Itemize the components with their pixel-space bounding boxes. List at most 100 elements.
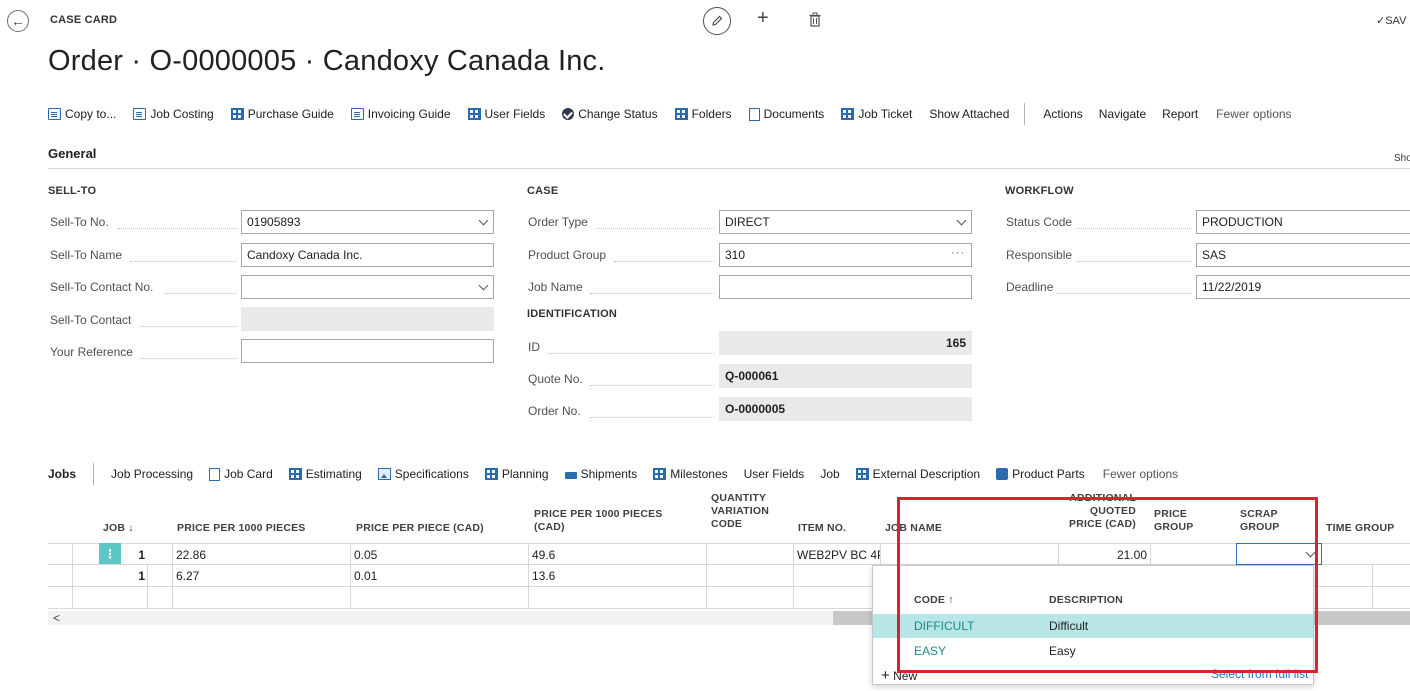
- job-cell[interactable]: 1: [98, 565, 148, 587]
- documents-icon: [748, 107, 760, 121]
- deadline-field[interactable]: 11/22/2019: [1196, 275, 1410, 299]
- item-no-cell[interactable]: [793, 587, 880, 609]
- row-actions-handle[interactable]: ⋮: [99, 543, 121, 564]
- job-processing-button[interactable]: Job Processing: [111, 467, 193, 481]
- col-price1000-header[interactable]: PRICE PER 1000 PIECES: [177, 522, 306, 535]
- scroll-left-icon[interactable]: <: [53, 611, 60, 625]
- your-reference-field[interactable]: [241, 339, 494, 363]
- col-qvc-header[interactable]: QUANTITY VARIATION CODE: [711, 492, 769, 531]
- price1000-cell[interactable]: [172, 587, 350, 609]
- planning-button[interactable]: Planning: [484, 467, 549, 481]
- col-price-piece-cad-header[interactable]: PRICE PER PIECE (CAD): [356, 522, 484, 535]
- documents-button[interactable]: Documents: [748, 107, 824, 121]
- jobs-fewer-options-button[interactable]: Fewer options: [1103, 467, 1178, 481]
- price1000-cad-cell[interactable]: [528, 587, 706, 609]
- product-group-field[interactable]: 310 ···: [719, 243, 972, 267]
- col-aqp-line1: ADDITIONAL: [1069, 492, 1136, 504]
- lookup-new-button[interactable]: + New: [881, 667, 917, 684]
- col-qvc-line3: CODE: [711, 518, 743, 530]
- status-code-label: Status Code: [1006, 215, 1073, 229]
- col-price1000-cad-header[interactable]: PRICE PER 1000 PIECES (CAD): [534, 508, 663, 534]
- shipments-button[interactable]: Shipments: [564, 467, 637, 481]
- scrap-group-lookup-popup: CODE ↑ DESCRIPTION DIFFICULT Difficult E…: [872, 565, 1314, 685]
- workflow-heading: WORKFLOW: [1005, 185, 1074, 197]
- price-piece-cad-cell[interactable]: 0.05: [350, 544, 528, 566]
- price-piece-cad-cell[interactable]: 0.01: [350, 565, 528, 587]
- col-job-name-header[interactable]: JOB NAME: [885, 522, 942, 535]
- lookup-col-description[interactable]: DESCRIPTION: [1049, 594, 1123, 606]
- copy-to-button[interactable]: Copy to...: [48, 107, 116, 121]
- price1000-cad-cell[interactable]: 49.6: [528, 544, 706, 566]
- actions-menu[interactable]: Actions: [1043, 107, 1082, 121]
- lookup-row-difficult[interactable]: DIFFICULT Difficult: [873, 614, 1313, 638]
- price1000-cell[interactable]: 22.86: [172, 544, 350, 566]
- user-fields-button[interactable]: User Fields: [467, 107, 545, 121]
- col-item-no-header[interactable]: ITEM NO.: [798, 522, 846, 535]
- item-no-cell[interactable]: WEB2PV BC 4P: [793, 544, 880, 566]
- col-price-group-header[interactable]: PRICE GROUP: [1154, 508, 1194, 534]
- price-piece-cad-cell[interactable]: [350, 587, 528, 609]
- chevron-down-icon[interactable]: [478, 280, 489, 291]
- col-aqp-header[interactable]: ADDITIONAL QUOTED PRICE (CAD): [1052, 492, 1136, 531]
- aqp-cell[interactable]: 21.00: [1058, 544, 1150, 566]
- invoicing-guide-button[interactable]: Invoicing Guide: [350, 107, 451, 121]
- price1000-cad-cell[interactable]: 13.6: [528, 565, 706, 587]
- col-job-header[interactable]: JOB ↓: [103, 522, 134, 535]
- chevron-down-icon[interactable]: [956, 215, 967, 226]
- time-group-cell[interactable]: [1372, 565, 1410, 587]
- estimating-button[interactable]: Estimating: [288, 467, 362, 481]
- milestones-button[interactable]: Milestones: [653, 467, 728, 481]
- folders-button[interactable]: Folders: [674, 107, 732, 121]
- item-no-cell[interactable]: [793, 565, 880, 587]
- chevron-down-icon[interactable]: [478, 215, 489, 226]
- job-ticket-button[interactable]: Job Ticket: [841, 107, 912, 121]
- change-status-button[interactable]: Change Status: [562, 107, 658, 121]
- sell-to-name-field[interactable]: Candoxy Canada Inc.: [241, 243, 494, 267]
- time-group-cell[interactable]: [1372, 587, 1410, 609]
- col-price1000-cad-line2: (CAD): [534, 521, 565, 533]
- purchase-guide-button[interactable]: Purchase Guide: [230, 107, 334, 121]
- jobs-user-fields-button[interactable]: User Fields: [744, 467, 805, 481]
- chevron-down-icon[interactable]: [1305, 547, 1316, 558]
- job-name-field[interactable]: [719, 275, 972, 299]
- show-attached-button[interactable]: Show Attached: [929, 107, 1009, 121]
- price1000-cell[interactable]: 6.27: [172, 565, 350, 587]
- job-card-button[interactable]: Job Card: [209, 467, 273, 481]
- table-row[interactable]: 1 22.86 0.05 49.6 WEB2PV BC 4P 21.00: [48, 543, 1410, 566]
- invoicing-guide-label: Invoicing Guide: [367, 107, 451, 121]
- new-plus-icon[interactable]: +: [757, 8, 769, 28]
- job-name-cell[interactable]: [880, 544, 1058, 566]
- status-code-field[interactable]: PRODUCTION: [1196, 210, 1410, 234]
- select-from-full-list-link[interactable]: Select from full list: [1211, 667, 1308, 681]
- lookup-col-code[interactable]: CODE ↑: [914, 594, 954, 606]
- scrap-group-dropdown[interactable]: [1236, 543, 1322, 565]
- general-section-title[interactable]: General: [48, 146, 96, 161]
- jobs-section-title[interactable]: Jobs: [48, 467, 76, 481]
- edit-pencil-icon[interactable]: [703, 7, 731, 35]
- delete-trash-icon[interactable]: [808, 12, 822, 28]
- job-costing-label: Job Costing: [150, 107, 214, 121]
- report-menu[interactable]: Report: [1162, 107, 1198, 121]
- back-arrow-icon[interactable]: ←: [7, 10, 29, 32]
- responsible-field[interactable]: SAS: [1196, 243, 1410, 267]
- sell-to-no-field[interactable]: 01905893: [241, 210, 494, 234]
- job-costing-button[interactable]: Job Costing: [133, 107, 214, 121]
- navigate-menu[interactable]: Navigate: [1099, 107, 1146, 121]
- qvc-cell[interactable]: [706, 565, 793, 587]
- product-parts-button[interactable]: Product Parts: [996, 467, 1085, 481]
- lookup-ellipsis-icon[interactable]: ···: [951, 247, 965, 259]
- show-more-link[interactable]: Sho: [1394, 153, 1410, 164]
- specifications-button[interactable]: Specifications: [377, 467, 469, 481]
- order-type-field[interactable]: DIRECT: [719, 210, 972, 234]
- price-group-cell[interactable]: [1150, 544, 1236, 566]
- lookup-row-easy[interactable]: EASY Easy: [873, 639, 1313, 663]
- quote-no-field[interactable]: Q-000061: [719, 364, 972, 388]
- job-menu[interactable]: Job: [820, 467, 839, 481]
- sell-to-contact-no-field[interactable]: [241, 275, 494, 299]
- qvc-cell[interactable]: [706, 544, 793, 566]
- qvc-cell[interactable]: [706, 587, 793, 609]
- col-scrap-group-header[interactable]: SCRAP GROUP: [1240, 508, 1280, 534]
- external-description-button[interactable]: External Description: [855, 467, 980, 481]
- fewer-options-button[interactable]: Fewer options: [1216, 107, 1291, 121]
- col-time-group-header[interactable]: TIME GROUP: [1326, 522, 1395, 535]
